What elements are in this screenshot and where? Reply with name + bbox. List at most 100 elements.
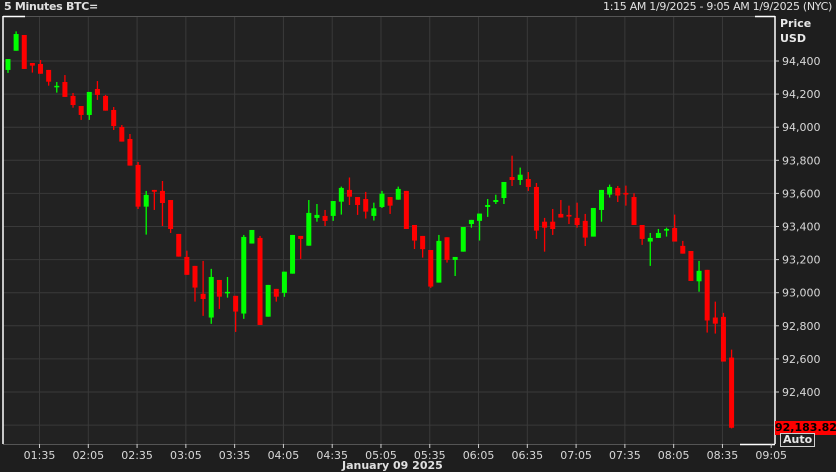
candle-body xyxy=(639,225,645,239)
candle-body xyxy=(363,199,369,212)
candle-body xyxy=(21,35,27,69)
candle-body xyxy=(298,235,304,239)
candle-up xyxy=(590,207,596,237)
y-tick-label: 94,400 xyxy=(782,55,821,68)
candle-body xyxy=(615,187,621,196)
candle-body xyxy=(38,63,44,74)
candle-body xyxy=(403,190,409,229)
x-tick-label: 02:35 xyxy=(121,449,153,462)
x-tick-label: 03:05 xyxy=(170,449,202,462)
candle-body xyxy=(712,317,718,324)
candle-up xyxy=(241,234,247,319)
candle-body xyxy=(574,217,580,226)
candle-body xyxy=(509,177,515,180)
candle-body xyxy=(542,221,548,228)
candle-down xyxy=(720,312,726,362)
candle-body xyxy=(412,225,417,241)
candle-body xyxy=(647,237,653,242)
candle-down xyxy=(21,35,27,69)
candle-up xyxy=(290,234,296,274)
candle-body xyxy=(70,95,76,106)
candle-body xyxy=(233,295,239,312)
candle-body xyxy=(168,200,174,229)
candlestick-chart[interactable]: 94,400 94,200 94,000 93,800 93,600 93,400 93,2… xyxy=(0,0,836,472)
date-axis-label: January 09 2025 xyxy=(342,459,443,472)
candle-body xyxy=(241,236,247,314)
candle-body xyxy=(13,34,19,51)
candle-body xyxy=(485,204,491,207)
y-tick-label: 93,400 xyxy=(782,221,821,234)
candle-body xyxy=(501,181,507,199)
candle-down xyxy=(103,94,109,111)
candle-body xyxy=(720,316,726,362)
candle-body xyxy=(176,233,182,257)
candle-up xyxy=(249,229,255,244)
candle-body xyxy=(655,232,661,238)
candle-body xyxy=(696,270,702,282)
candle-body xyxy=(216,279,222,297)
candle-body xyxy=(387,197,393,206)
candle-body xyxy=(290,234,296,274)
candle-down xyxy=(135,161,141,209)
candle-body xyxy=(184,256,190,275)
candle-body xyxy=(314,214,320,218)
candle-body xyxy=(460,226,466,252)
candle-body xyxy=(249,229,255,244)
candle-down xyxy=(257,235,263,325)
candle-body xyxy=(225,291,231,294)
y-tick-label: 93,200 xyxy=(782,254,821,267)
candle-body xyxy=(143,194,149,207)
candle-body xyxy=(5,59,11,70)
candle-body xyxy=(598,189,604,210)
x-tick-label: 01:35 xyxy=(24,449,56,462)
candle-down xyxy=(444,237,450,263)
candle-up xyxy=(460,226,466,252)
candle-body xyxy=(704,269,710,321)
candle-down xyxy=(631,193,637,226)
y-tick-label: 93,600 xyxy=(782,187,821,200)
y-tick-label: 92,400 xyxy=(782,386,821,399)
candle-body xyxy=(444,237,450,260)
candle-body xyxy=(86,91,92,115)
candle-body xyxy=(94,88,100,95)
candle-body xyxy=(135,164,141,207)
x-tick-label: 06:35 xyxy=(511,449,543,462)
candle-body xyxy=(338,187,344,202)
y-tick-label: 92,600 xyxy=(782,353,821,366)
candle-body xyxy=(371,208,377,216)
candle-body xyxy=(119,127,125,142)
auto-scale-button[interactable]: Auto xyxy=(780,433,816,447)
candle-down xyxy=(403,190,409,229)
x-tick-label: 03:35 xyxy=(219,449,251,462)
candle-body xyxy=(420,235,426,250)
candle-body xyxy=(590,207,596,237)
candle-body xyxy=(477,213,483,221)
candle-body xyxy=(346,189,352,197)
x-tick-label: 07:05 xyxy=(560,449,592,462)
candle-body xyxy=(631,197,637,226)
candle-down xyxy=(176,233,182,257)
candle-body xyxy=(151,189,157,192)
y-tick-label: 94,000 xyxy=(782,121,821,134)
candle-body xyxy=(257,237,263,325)
candle-body xyxy=(127,138,133,166)
y-tick-label: 92,800 xyxy=(782,320,821,333)
candle-body xyxy=(452,256,458,260)
x-tick-label: 08:05 xyxy=(658,449,690,462)
candle-body xyxy=(54,85,60,88)
candle-body xyxy=(558,213,564,218)
y-tick-label: 93,800 xyxy=(782,154,821,167)
candle-body xyxy=(355,197,361,205)
candle-body xyxy=(533,186,539,231)
candle-body xyxy=(582,220,588,238)
candle-body xyxy=(525,179,531,187)
candle-body xyxy=(550,221,556,229)
candle-body xyxy=(281,271,287,293)
candle-body xyxy=(623,192,629,195)
x-tick-label: 07:35 xyxy=(609,449,641,462)
candle-body xyxy=(103,95,109,111)
candle-body xyxy=(664,228,670,231)
candle-body xyxy=(729,357,735,428)
candle-body xyxy=(428,250,434,287)
candle-body xyxy=(688,250,694,281)
